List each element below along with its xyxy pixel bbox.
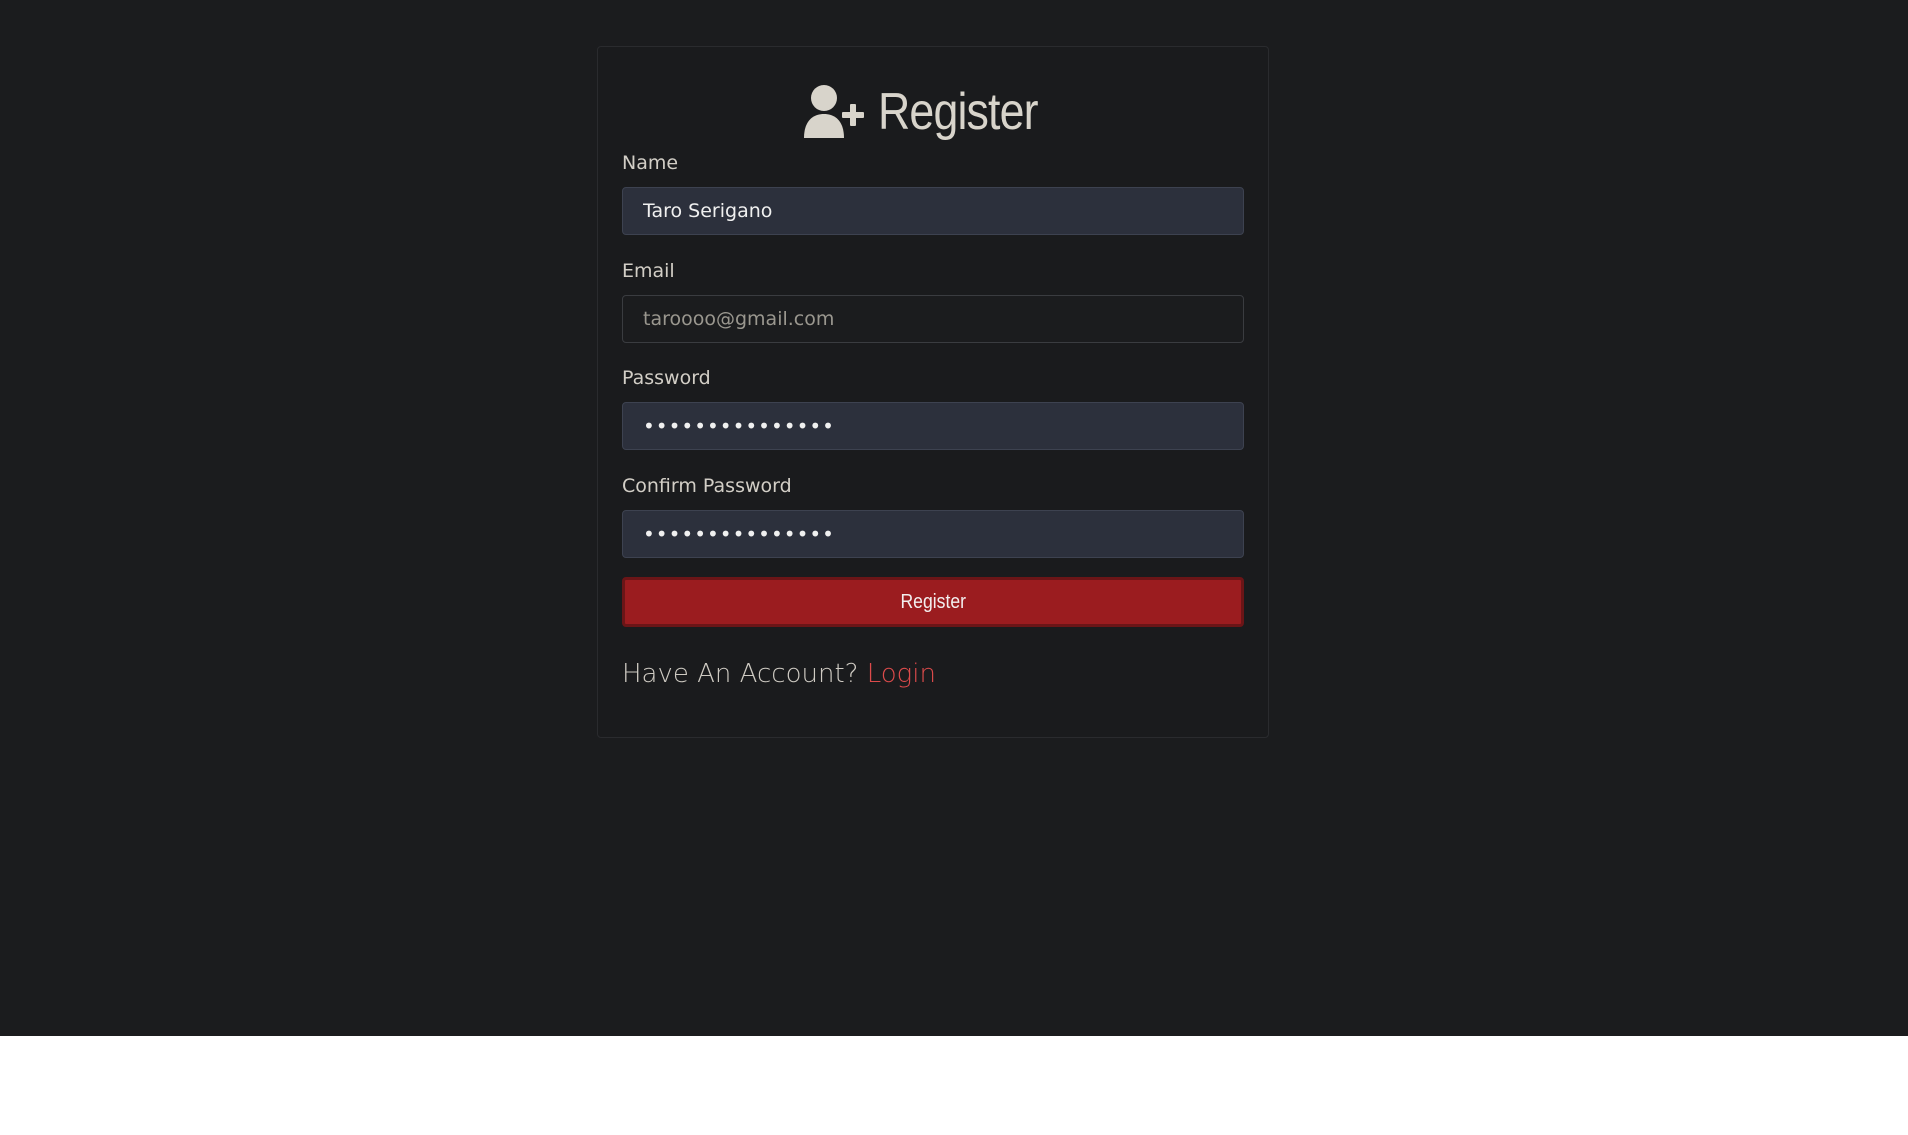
page-title: Register xyxy=(598,77,1268,147)
name-label: Name xyxy=(622,152,679,174)
page-title-text: Register xyxy=(878,83,1039,141)
password-label: Password xyxy=(622,367,711,389)
login-link[interactable]: Login xyxy=(867,659,936,689)
confirm-password-field[interactable] xyxy=(622,510,1244,558)
password-field[interactable] xyxy=(622,402,1244,450)
name-field[interactable] xyxy=(622,187,1244,235)
confirm-password-label: Confirm Password xyxy=(622,475,792,497)
user-plus-icon xyxy=(804,85,865,138)
email-label: Email xyxy=(622,260,675,282)
email-field[interactable] xyxy=(622,295,1244,343)
register-button[interactable]: Register xyxy=(622,577,1244,627)
login-prompt-text: Have An Account? xyxy=(622,659,859,689)
register-card: Register Name Email Password Confirm Pas… xyxy=(597,46,1269,738)
register-button-label: Register xyxy=(900,590,966,613)
login-prompt: Have An Account? Login xyxy=(622,659,936,689)
